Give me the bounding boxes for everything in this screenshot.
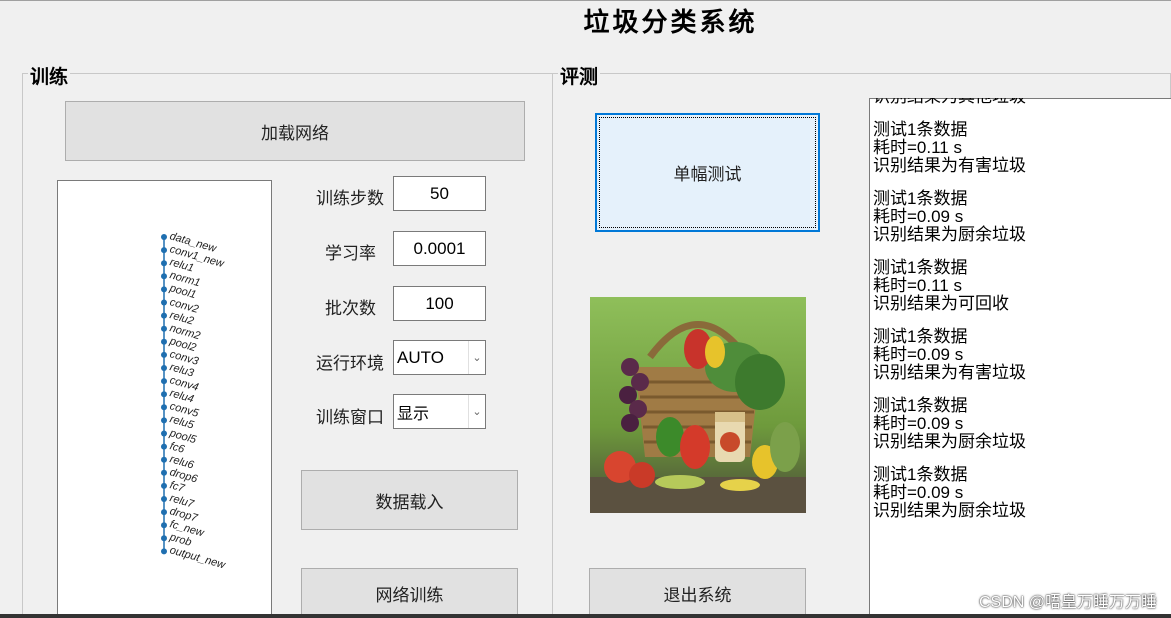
layer-node [161, 496, 167, 502]
layer-node [161, 443, 167, 450]
single-test-button[interactable]: 单幅测试 [595, 113, 820, 232]
log-line: 测试1条数据 [873, 327, 968, 346]
layer-node [161, 404, 167, 411]
chevron-down-icon[interactable]: ⌄ [468, 395, 485, 428]
layer-node [161, 312, 167, 319]
layer-node [161, 482, 167, 489]
log-spacer [873, 382, 1171, 397]
log-spacer [873, 451, 1171, 466]
layer-node [161, 338, 167, 345]
test-image-vegetable-basket [590, 297, 806, 513]
layer-node [161, 365, 167, 371]
log-spacer [873, 106, 1171, 121]
env-select[interactable]: AUTO ⌄ [393, 340, 486, 375]
app-title: 垃圾分类系统 [583, 8, 758, 38]
log-line: 识别结果为厨余垃圾 [873, 432, 1026, 451]
log-line: 耗时=0.09 s [873, 483, 964, 502]
layer-node [161, 378, 167, 385]
batch-size-input[interactable] [393, 286, 486, 321]
steps-input[interactable] [393, 176, 486, 211]
layer-node [161, 391, 167, 398]
log-spacer [873, 175, 1171, 190]
log-line: 识别结果为厨余垃圾 [873, 501, 1026, 520]
train-window-select[interactable]: 显示 ⌄ [393, 394, 486, 429]
layer-node [161, 234, 167, 240]
load-data-button[interactable]: 数据载入 [301, 470, 518, 530]
log-line: 测试1条数据 [873, 189, 968, 208]
exit-system-button[interactable]: 退出系统 [589, 568, 806, 618]
train-window-label: 训练窗口 [316, 408, 384, 428]
log-line: 识别结果为可回收 [873, 294, 1009, 313]
log-line: 识别结果为其他垃圾 [873, 98, 1171, 106]
env-select-value: AUTO [397, 347, 444, 367]
window-bottom-border [0, 614, 1171, 618]
layer-node [161, 509, 167, 516]
load-network-button[interactable]: 加载网络 [65, 101, 525, 161]
result-log[interactable]: 识别结果为其他垃圾测试1条数据耗时=0.11 s识别结果为有害垃圾测试1条数据耗… [869, 98, 1171, 618]
log-line: 测试1条数据 [873, 396, 968, 415]
learning-rate-input[interactable] [393, 231, 486, 266]
layer-node [161, 325, 167, 332]
csdn-watermark: CSDN @唔皇万睡万万睡 [978, 594, 1157, 611]
window-top-border [0, 0, 1171, 1]
log-line: 测试1条数据 [873, 120, 968, 139]
layer-node [161, 417, 167, 424]
batch-size-label: 批次数 [325, 299, 376, 319]
layer-node [161, 469, 167, 476]
log-line: 识别结果为有害垃圾 [873, 363, 1026, 382]
log-line: 耗时=0.09 s [873, 207, 964, 226]
layer-node [161, 299, 167, 306]
log-line: 识别结果为有害垃圾 [873, 156, 1026, 175]
steps-label: 训练步数 [316, 189, 384, 209]
train-window-select-value: 显示 [397, 403, 430, 423]
layer-node [161, 273, 167, 280]
layer-node [161, 430, 167, 437]
layer-node [161, 548, 167, 555]
train-network-button[interactable]: 网络训练 [301, 568, 518, 618]
layer-node [161, 286, 167, 293]
log-line: 测试1条数据 [873, 465, 968, 484]
training-group-label: 训练 [28, 62, 71, 89]
evaluation-group-label: 评测 [558, 62, 601, 89]
log-line: 耗时=0.09 s [873, 345, 964, 364]
log-line: 耗时=0.09 s [873, 414, 964, 433]
log-line: 识别结果为厨余垃圾 [873, 225, 1026, 244]
layer-node [161, 456, 167, 463]
network-graph-panel: data_new conv1_new relu1 norm1 pool1 conv2 rel… [57, 180, 272, 618]
log-line: 耗时=0.11 s [873, 138, 962, 157]
network-graph [161, 234, 167, 555]
layer-node [161, 522, 167, 529]
env-label: 运行环境 [316, 354, 384, 374]
learning-rate-label: 学习率 [325, 244, 376, 264]
layer-node [161, 247, 167, 254]
layer-node [161, 535, 167, 542]
log-spacer [873, 244, 1171, 259]
log-line: 耗时=0.11 s [873, 276, 962, 295]
layer-node [161, 351, 167, 358]
log-spacer [873, 313, 1171, 328]
layer-node [161, 260, 167, 267]
log-line: 测试1条数据 [873, 258, 968, 277]
chevron-down-icon[interactable]: ⌄ [468, 341, 485, 374]
vegetable-basket-illustration [590, 297, 806, 513]
